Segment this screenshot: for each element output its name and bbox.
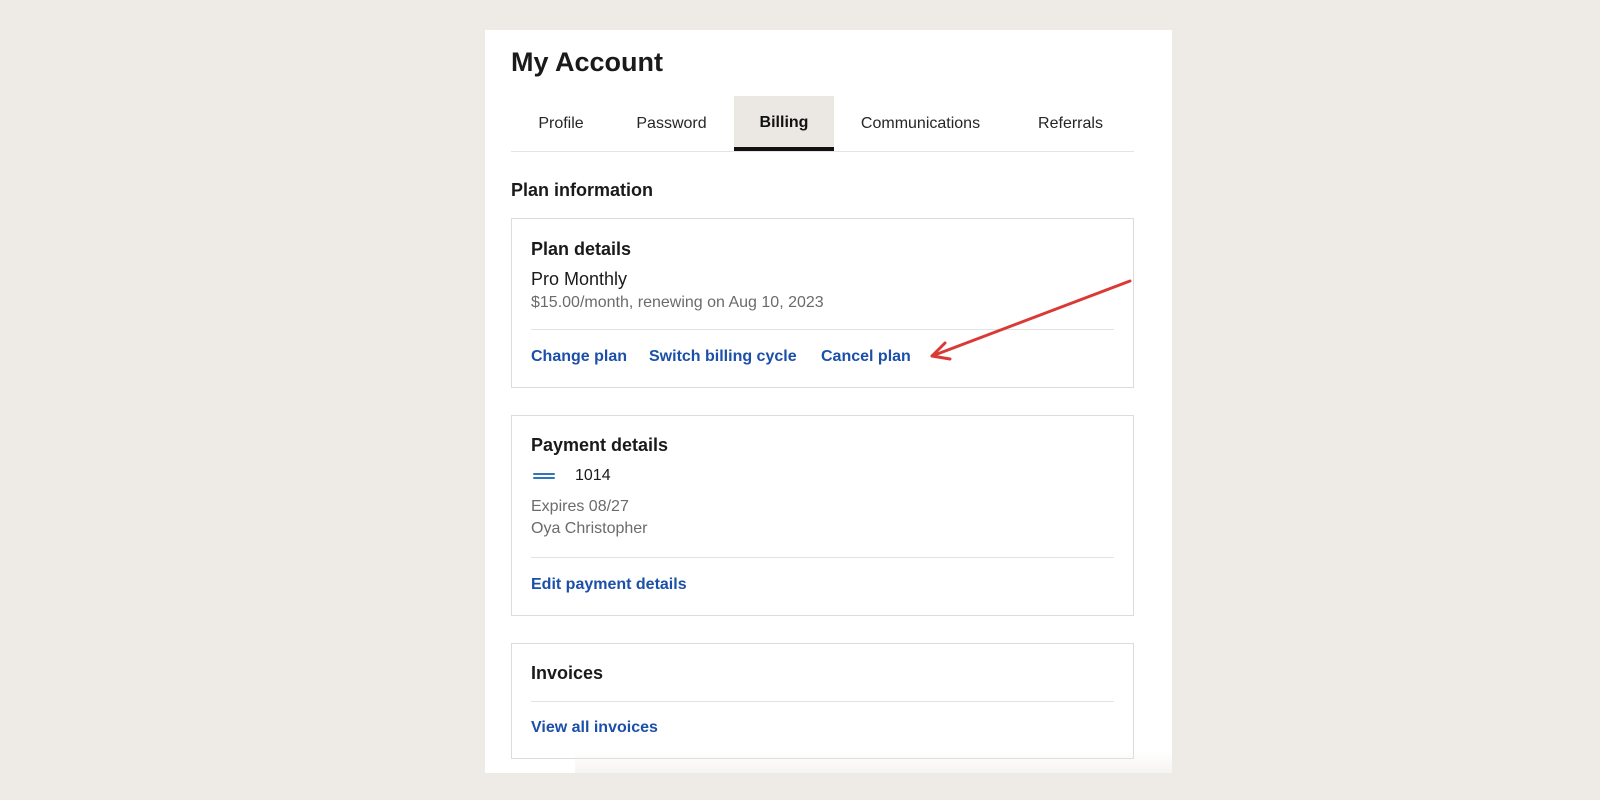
payment-details-card: Payment details 1014 Expires 08/27 Oya C… — [511, 415, 1134, 616]
plan-name: Pro Monthly — [531, 269, 628, 289]
change-plan-link[interactable]: Change plan — [531, 346, 627, 368]
tab-profile[interactable]: Profile — [511, 96, 611, 151]
card-last4: 1014 — [575, 467, 611, 484]
tab-communications[interactable]: Communications — [834, 96, 1007, 151]
account-tabs: Profile Password Billing Communications … — [511, 96, 1134, 152]
plan-details-card: Plan details Pro Monthly $15.00/month, r… — [511, 218, 1134, 388]
tab-referrals[interactable]: Referrals — [1007, 96, 1134, 151]
tab-billing[interactable]: Billing — [734, 96, 834, 151]
payment-divider — [531, 557, 1114, 558]
switch-billing-cycle-link[interactable]: Switch billing cycle — [649, 346, 797, 368]
plan-price-renewal: $15.00/month, renewing on Aug 10, 2023 — [531, 294, 824, 311]
account-panel: My Account Profile Password Billing Comm… — [485, 30, 1172, 773]
american-express-icon — [531, 470, 557, 482]
card-row: 1014 — [531, 466, 611, 486]
cardholder-name: Oya Christopher — [531, 520, 648, 537]
invoices-title: Invoices — [531, 663, 604, 683]
edit-payment-details-link[interactable]: Edit payment details — [531, 574, 687, 596]
card-expiry: Expires 08/27 — [531, 498, 629, 515]
plan-information-heading: Plan information — [511, 180, 654, 200]
view-all-invoices-link[interactable]: View all invoices — [531, 717, 658, 739]
page-title: My Account — [511, 47, 664, 77]
invoices-card: Invoices View all invoices — [511, 643, 1134, 759]
invoices-divider — [531, 701, 1114, 702]
plan-divider — [531, 329, 1114, 330]
tab-password[interactable]: Password — [611, 96, 732, 151]
payment-details-title: Payment details — [531, 435, 669, 455]
plan-details-title: Plan details — [531, 239, 632, 259]
cancel-plan-link[interactable]: Cancel plan — [821, 346, 911, 368]
